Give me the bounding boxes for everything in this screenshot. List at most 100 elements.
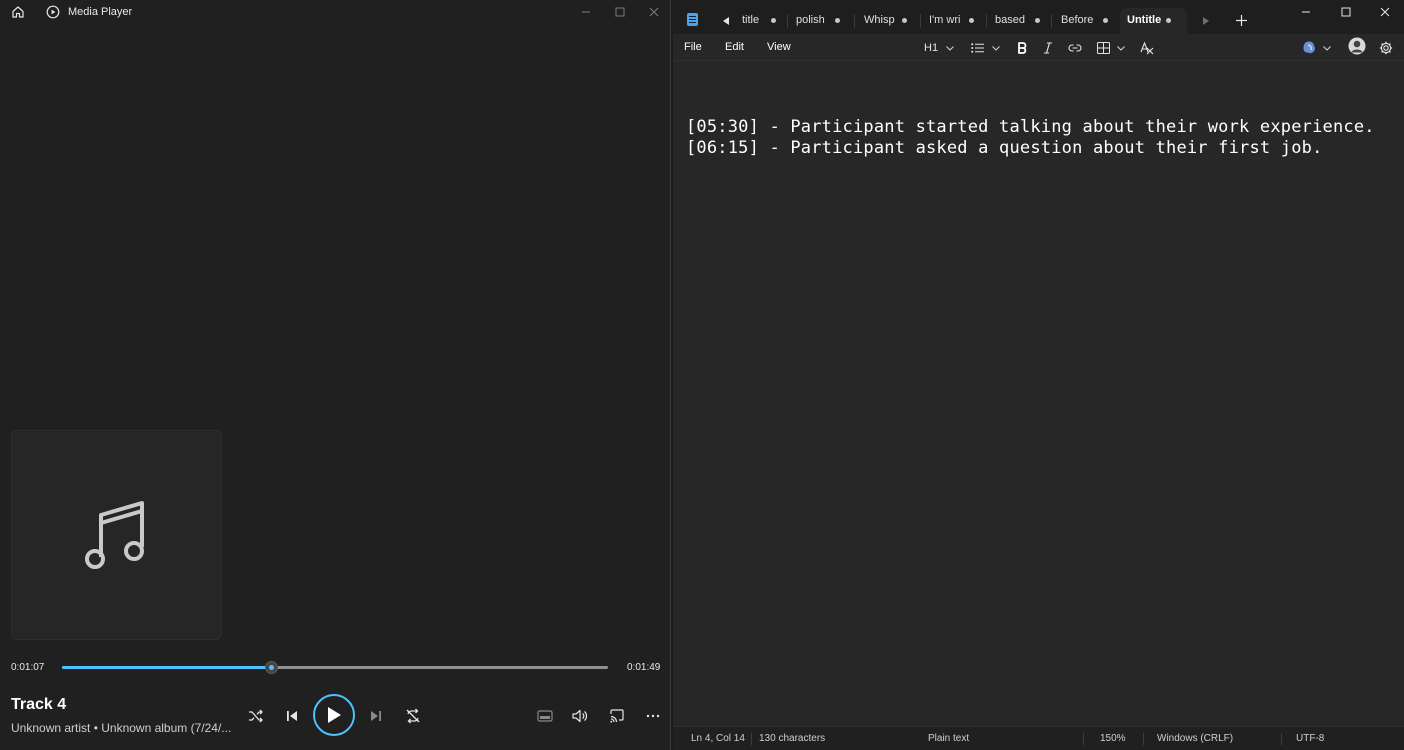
cast-to-device-icon [610, 709, 624, 723]
play-icon [328, 707, 341, 723]
unsaved-dot-icon [771, 18, 776, 23]
list-dropdown[interactable] [971, 40, 1000, 56]
total-time: 0:01:49 [627, 662, 661, 673]
chevron-down-icon [1117, 45, 1125, 51]
close-button[interactable] [1376, 3, 1394, 21]
bulleted-list-icon [971, 43, 984, 53]
copilot-dropdown[interactable] [1302, 40, 1331, 56]
previous-icon [287, 711, 297, 721]
cursor-position: Ln 4, Col 14 [691, 733, 745, 744]
home-icon[interactable] [11, 5, 25, 19]
clear-formatting-icon [1140, 41, 1154, 54]
miniplayer-icon [537, 710, 553, 722]
minimize-button[interactable] [1297, 3, 1315, 21]
tab-im-wri[interactable]: I'm wri [929, 8, 977, 34]
tab-label: polish [796, 14, 825, 26]
tab-separator [920, 14, 921, 28]
chevron-down-icon [1323, 45, 1331, 51]
repeat-button[interactable] [403, 706, 423, 726]
table-dropdown[interactable] [1097, 40, 1125, 56]
more-options-button[interactable] [643, 706, 663, 726]
previous-button[interactable] [282, 706, 302, 726]
tab-title[interactable]: title [742, 8, 782, 34]
cast-button[interactable] [607, 706, 627, 726]
italic-button[interactable] [1043, 40, 1053, 56]
line-ending[interactable]: Windows (CRLF) [1157, 733, 1233, 744]
text-format[interactable]: Plain text [928, 733, 969, 744]
media-player-window: Media Player 0:01:07 0:01:49 Track 4 Unk… [0, 0, 671, 750]
maximize-button[interactable] [611, 3, 629, 21]
tab-separator [986, 14, 987, 28]
bold-button[interactable] [1017, 40, 1027, 56]
caret-left-icon [723, 17, 729, 25]
next-button[interactable] [366, 706, 386, 726]
volume-button[interactable] [570, 706, 590, 726]
clear-formatting-button[interactable] [1140, 40, 1154, 56]
text-editor[interactable]: [05:30] - Participant started talking ab… [673, 61, 1404, 723]
plus-icon [1235, 14, 1247, 26]
gear-icon [1379, 41, 1393, 55]
chevron-down-icon [992, 45, 1000, 51]
zoom-level[interactable]: 150% [1100, 733, 1126, 744]
bold-icon [1018, 42, 1027, 54]
track-artist-album[interactable]: Unknown artist • Unknown album (7/24/... [11, 721, 231, 735]
tab-whisp[interactable]: Whisp [864, 8, 910, 34]
tab-separator [787, 14, 788, 28]
desktop: Media Player 0:01:07 0:01:49 Track 4 Unk… [0, 0, 1404, 750]
media-player-logo-icon [46, 5, 60, 19]
unsaved-dot-icon [1035, 18, 1040, 23]
media-player-titlebar: Media Player [0, 0, 670, 24]
tab-separator [854, 14, 855, 28]
account-button[interactable] [1348, 37, 1366, 55]
link-button[interactable] [1068, 40, 1082, 56]
tab-untitled[interactable]: Untitle [1120, 8, 1187, 34]
play-button[interactable] [313, 694, 355, 736]
app-title: Media Player [68, 6, 133, 18]
text-line: [06:15] - Participant asked a question a… [686, 138, 1323, 158]
scroll-tabs-left-button[interactable] [720, 14, 732, 28]
miniplayer-button[interactable] [535, 706, 555, 726]
shuffle-icon [249, 709, 263, 723]
tab-label: Untitle [1127, 14, 1162, 26]
close-button[interactable] [645, 3, 663, 21]
scroll-tabs-right-button[interactable] [1200, 14, 1212, 28]
table-icon [1097, 42, 1110, 54]
menu-file[interactable]: File [684, 41, 702, 53]
tab-label: Before [1061, 14, 1094, 26]
seek-bar-thumb[interactable] [265, 661, 279, 674]
menu-view[interactable]: View [767, 41, 791, 53]
avatar [1348, 37, 1366, 55]
unsaved-dot-icon [1103, 18, 1108, 23]
status-separator [1083, 733, 1084, 745]
heading-dropdown[interactable]: H1 [924, 40, 954, 56]
current-time: 0:01:07 [11, 662, 45, 673]
copilot-icon [1303, 41, 1315, 54]
tab-separator [1051, 14, 1052, 28]
next-icon [371, 711, 381, 721]
italic-icon [1044, 42, 1052, 54]
status-separator [1143, 733, 1144, 745]
volume-icon [572, 709, 588, 723]
seek-bar[interactable] [62, 661, 608, 674]
music-note-icon [85, 501, 144, 569]
settings-button[interactable] [1379, 40, 1393, 56]
encoding[interactable]: UTF-8 [1296, 733, 1324, 744]
seek-bar-progress [62, 666, 272, 669]
tab-based[interactable]: based [995, 8, 1043, 34]
tab-label: I'm wri [929, 14, 961, 26]
notepad-window: title polish Whisp I'm wri based Before … [673, 0, 1404, 750]
menu-edit[interactable]: Edit [725, 41, 744, 53]
unsaved-dot-icon [969, 18, 974, 23]
unsaved-dot-icon [835, 18, 840, 23]
maximize-button[interactable] [1337, 3, 1355, 21]
caret-right-icon [1203, 17, 1209, 25]
new-tab-button[interactable] [1233, 12, 1249, 28]
status-separator [751, 733, 752, 745]
shuffle-button[interactable] [246, 706, 266, 726]
tab-before[interactable]: Before [1061, 8, 1111, 34]
track-title: Track 4 [11, 696, 67, 713]
tab-polish[interactable]: polish [796, 8, 844, 34]
minimize-button[interactable] [577, 3, 595, 21]
more-icon [646, 714, 660, 718]
status-bar: Ln 4, Col 14 130 characters Plain text 1… [673, 726, 1404, 750]
